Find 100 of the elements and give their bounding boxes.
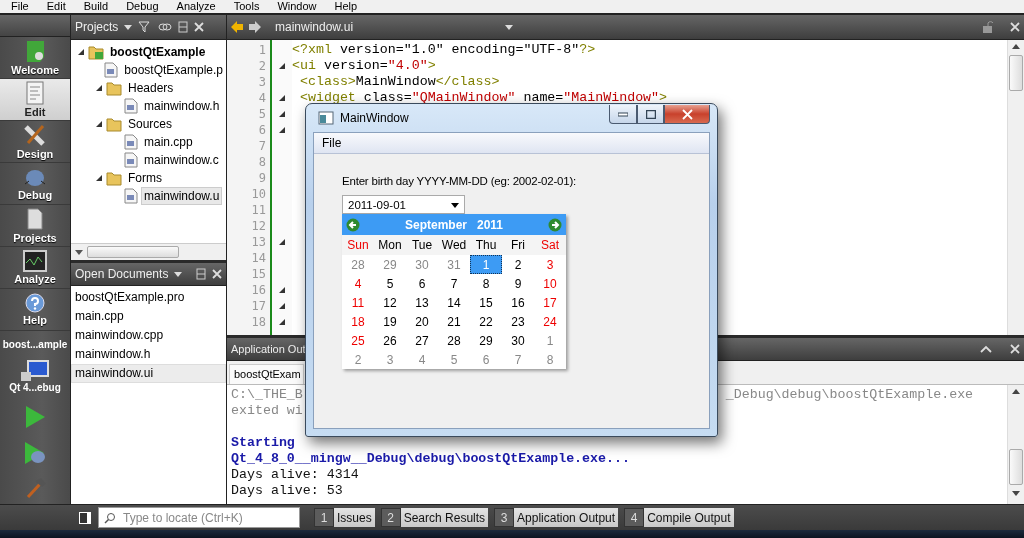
back-arrow-icon[interactable] xyxy=(231,21,243,33)
tree-item[interactable]: mainwindow.c xyxy=(141,151,222,169)
calendar-day[interactable]: 7 xyxy=(502,350,534,369)
calendar-day[interactable]: 5 xyxy=(438,350,470,369)
mode-button[interactable]: Analyze xyxy=(0,247,70,289)
calendar-day[interactable]: 13 xyxy=(406,293,438,312)
calendar-day[interactable]: 16 xyxy=(502,293,534,312)
scrollbar-thumb[interactable] xyxy=(1009,449,1023,485)
calendar-day[interactable]: 5 xyxy=(374,274,406,293)
scrollbar-thumb[interactable] xyxy=(87,245,179,258)
mode-button[interactable]: Debug xyxy=(0,163,70,205)
menu-item[interactable]: Analyze xyxy=(167,0,225,13)
maximize-icon[interactable] xyxy=(980,345,992,353)
calendar-day[interactable]: 1 xyxy=(534,331,566,350)
sidebar-toggle-icon[interactable] xyxy=(78,510,92,525)
menu-item[interactable]: Help xyxy=(325,0,367,13)
debug-run-icon[interactable] xyxy=(23,441,47,465)
forward-arrow-icon[interactable] xyxy=(249,21,261,33)
minimize-button[interactable] xyxy=(609,105,637,124)
calendar-day[interactable]: 6 xyxy=(406,274,438,293)
vertical-scrollbar[interactable] xyxy=(1007,40,1024,335)
calendar-day[interactable]: 27 xyxy=(406,331,438,350)
close-button[interactable] xyxy=(664,105,710,124)
mode-button[interactable]: Projects xyxy=(0,205,70,247)
output-tab[interactable]: boostQtExam xyxy=(229,364,304,384)
calendar-day[interactable]: 30 xyxy=(406,255,438,274)
split-icon[interactable] xyxy=(196,267,206,280)
calendar-day[interactable]: 31 xyxy=(438,255,470,274)
pane-title[interactable]: Projects xyxy=(75,20,119,34)
calendar-day[interactable]: 6 xyxy=(470,350,502,369)
calendar-day[interactable]: 2 xyxy=(502,255,534,274)
expanded-arrow-icon[interactable] xyxy=(95,120,103,128)
calendar-day[interactable]: 29 xyxy=(470,331,502,350)
document-item[interactable]: boostQtExample.pro xyxy=(71,287,226,307)
calendar-day[interactable]: 7 xyxy=(438,274,470,293)
calendar-day[interactable]: 11 xyxy=(342,293,374,312)
close-icon[interactable] xyxy=(212,268,222,279)
tree-item[interactable]: Sources xyxy=(125,115,176,133)
fold-marker-icon[interactable] xyxy=(279,111,285,117)
menu-item[interactable]: File xyxy=(2,0,38,13)
scrollbar-thumb[interactable] xyxy=(1009,55,1023,91)
fold-marker-icon[interactable] xyxy=(279,287,285,293)
locate-field[interactable]: Type to locate (Ctrl+K) xyxy=(98,507,300,528)
calendar-day[interactable]: 28 xyxy=(438,331,470,350)
calendar-day[interactable]: 12 xyxy=(374,293,406,312)
mode-button[interactable]: Design xyxy=(0,121,70,163)
calendar-day[interactable]: 4 xyxy=(342,274,374,293)
calendar-day[interactable]: 20 xyxy=(406,312,438,331)
mode-button[interactable]: Edit xyxy=(0,79,70,121)
calendar-day[interactable]: 19 xyxy=(374,312,406,331)
menu-item[interactable]: Debug xyxy=(117,0,168,13)
horizontal-scrollbar[interactable] xyxy=(71,242,226,260)
split-icon[interactable] xyxy=(178,21,189,33)
calendar-day[interactable]: 21 xyxy=(438,312,470,331)
tree-item[interactable]: Headers xyxy=(125,79,177,97)
calendar-day[interactable]: 23 xyxy=(502,312,534,331)
calendar-day[interactable]: 3 xyxy=(534,255,566,274)
vertical-scrollbar[interactable] xyxy=(1007,385,1024,504)
link-icon[interactable] xyxy=(158,21,173,33)
calendar-day[interactable]: 17 xyxy=(534,293,566,312)
calendar-day[interactable]: 8 xyxy=(534,350,566,369)
calendar-day[interactable]: 25 xyxy=(342,331,374,350)
calendar-day[interactable]: 9 xyxy=(502,274,534,293)
fold-marker-icon[interactable] xyxy=(279,319,285,325)
tree-item[interactable]: boostQtExample.p xyxy=(121,61,226,79)
expanded-arrow-icon[interactable] xyxy=(77,48,85,56)
menu-item[interactable]: Build xyxy=(74,0,118,13)
fold-marker-icon[interactable] xyxy=(279,239,285,245)
tree-item[interactable]: mainwindow.h xyxy=(141,97,223,115)
calendar-day[interactable]: 28 xyxy=(342,255,374,274)
calendar-day[interactable]: 10 xyxy=(534,274,566,293)
tree-item[interactable]: mainwindow.u xyxy=(141,187,223,205)
close-icon[interactable] xyxy=(194,22,205,32)
fold-marker-icon[interactable] xyxy=(279,63,285,69)
menu-item[interactable]: Tools xyxy=(224,0,269,13)
tree-item[interactable]: main.cpp xyxy=(141,133,196,151)
kit-selector[interactable]: Qt 4...ebug xyxy=(0,382,70,393)
previous-month-icon[interactable] xyxy=(346,217,360,232)
calendar-day[interactable]: 30 xyxy=(502,331,534,350)
fold-marker-icon[interactable] xyxy=(279,95,285,101)
maximize-button[interactable] xyxy=(637,105,664,124)
menu-item[interactable]: File xyxy=(318,136,346,150)
close-icon[interactable] xyxy=(1010,22,1020,32)
calendar-day[interactable]: 3 xyxy=(374,350,406,369)
calendar-day[interactable]: 26 xyxy=(374,331,406,350)
calendar-day[interactable]: 14 xyxy=(438,293,470,312)
menu-item[interactable]: Window xyxy=(268,0,326,13)
file-selector[interactable]: mainwindow.ui xyxy=(275,20,354,34)
menu-item[interactable]: Edit xyxy=(37,0,75,13)
filter-icon[interactable] xyxy=(138,21,153,33)
calendar-day[interactable]: 24 xyxy=(534,312,566,331)
document-item[interactable]: mainwindow.h xyxy=(71,344,226,364)
document-item[interactable]: mainwindow.ui xyxy=(71,363,226,383)
calendar-day[interactable]: 4 xyxy=(406,350,438,369)
document-item[interactable]: mainwindow.cpp xyxy=(71,325,226,345)
expanded-arrow-icon[interactable] xyxy=(95,174,103,182)
tree-item[interactable]: Forms xyxy=(125,169,165,187)
fold-marker-icon[interactable] xyxy=(279,127,285,133)
close-icon[interactable] xyxy=(1010,344,1020,354)
calendar-day[interactable]: 2 xyxy=(342,350,374,369)
